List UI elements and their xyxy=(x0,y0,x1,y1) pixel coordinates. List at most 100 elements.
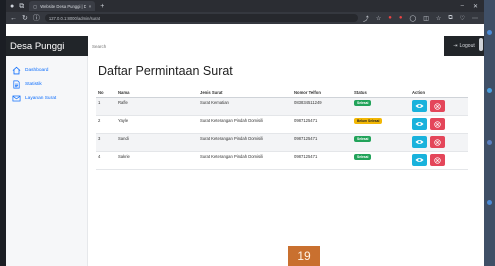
view-button[interactable] xyxy=(412,100,427,112)
status-badge: Belum Selesai xyxy=(354,118,383,124)
eye-icon xyxy=(415,121,424,127)
cancel-icon xyxy=(434,156,441,164)
scrollbar[interactable] xyxy=(479,38,483,51)
monitor-edge-right xyxy=(484,0,495,266)
delete-button[interactable] xyxy=(430,154,445,166)
cell-action xyxy=(410,133,468,152)
browser-profile-icon[interactable]: ● xyxy=(10,3,14,10)
extension-icon[interactable]: ● xyxy=(388,15,392,21)
cell-no: 4 xyxy=(96,151,116,170)
star-icon[interactable]: ☆ xyxy=(376,15,381,22)
cell-status: Selesai xyxy=(352,133,410,152)
heart-icon[interactable]: ♡ xyxy=(460,15,465,22)
close-window-icon[interactable]: ✕ xyxy=(473,3,478,10)
cell-no: 3 xyxy=(96,133,116,152)
cell-jenis-surat: Surat Keterangan Pindah Domisili xyxy=(198,133,292,152)
table-row: 2 Yayle Surat Keterangan Pindah Domisili… xyxy=(96,115,468,134)
logout-label: Logout xyxy=(459,43,475,49)
cell-telfon: 0987125471 xyxy=(292,151,352,170)
cell-jenis-surat: Surat Keterangan Pindah Domisili xyxy=(198,151,292,170)
cell-action xyxy=(410,151,468,170)
sidebar-item-layanan-surat[interactable]: Layanan Surat xyxy=(6,91,87,105)
page-icon: ▢ xyxy=(33,3,38,9)
document-icon xyxy=(13,80,20,88)
back-icon[interactable]: ← xyxy=(10,15,17,22)
url-field[interactable]: 127.0.0.1:8000/admin/surat xyxy=(44,14,358,22)
view-button[interactable] xyxy=(412,118,427,130)
sidebar-item-statistik[interactable]: Statistik xyxy=(6,77,87,91)
cell-nama: Sakrie xyxy=(116,151,198,170)
cancel-icon xyxy=(434,138,441,146)
table-row: 3 Sandi Surat Keterangan Pindah Domisili… xyxy=(96,133,468,152)
new-tab-icon[interactable]: + xyxy=(100,3,104,10)
delete-button[interactable] xyxy=(430,100,445,112)
site-info-icon[interactable]: ⓘ xyxy=(33,15,40,22)
close-tab-icon[interactable]: × xyxy=(89,4,91,9)
cell-status: Selesai xyxy=(352,97,410,116)
cell-no: 1 xyxy=(96,97,116,116)
tab-actions-icon[interactable]: ⧉ xyxy=(19,3,24,10)
cell-status: Belum Selesai xyxy=(352,115,410,134)
cell-nama: Yayle xyxy=(116,115,198,134)
status-badge: Selesai xyxy=(354,154,372,160)
eye-icon xyxy=(415,139,424,145)
table-row: 1 Rafle Surat Kematian 083834511249 Sele… xyxy=(96,97,468,116)
browser-tab-bar: ● ⧉ ▢ Website Desa Punggi | Dashb × + – … xyxy=(6,0,484,12)
view-button[interactable] xyxy=(412,136,427,148)
sidebar-icon[interactable]: ◫ xyxy=(423,15,429,22)
cell-action xyxy=(410,97,468,116)
refresh-icon[interactable]: ↻ xyxy=(22,15,28,22)
share-icon[interactable]: ⤴ xyxy=(363,14,369,23)
status-badge: Selesai xyxy=(354,136,372,142)
main-content: Daftar Permintaan Surat No Nama Jenis Su… xyxy=(88,56,479,266)
cell-status: Selesai xyxy=(352,151,410,170)
minimize-icon[interactable]: – xyxy=(461,3,464,10)
extension-icon[interactable]: ● xyxy=(399,15,403,21)
status-badge: Selesai xyxy=(354,100,372,106)
delete-button[interactable] xyxy=(430,118,445,130)
column-header: Jenis Surat xyxy=(198,88,292,98)
cell-jenis-surat: Surat Kematian xyxy=(198,97,292,116)
table-row: 4 Sakrie Surat Keterangan Pindah Domisil… xyxy=(96,151,468,170)
column-header: Status xyxy=(352,88,410,98)
cancel-icon xyxy=(434,120,441,128)
browser-address-bar: ← ↻ ⓘ 127.0.0.1:8000/admin/surat ⤴ ☆ ● ●… xyxy=(6,12,484,24)
collections-icon[interactable]: ⧉ xyxy=(448,15,452,22)
column-header: Nama xyxy=(116,88,198,98)
sidebar-item-dashboard[interactable]: Dashboard xyxy=(6,63,87,77)
cell-action xyxy=(410,115,468,134)
eye-icon xyxy=(415,157,424,163)
favorites-icon[interactable]: ☆ xyxy=(436,15,441,22)
browser-tab[interactable]: ▢ Website Desa Punggi | Dashb × xyxy=(29,1,96,11)
page-number-badge: 19 xyxy=(288,246,320,266)
cell-nama: Rafle xyxy=(116,97,198,116)
cell-no: 2 xyxy=(96,115,116,134)
sidebar-item-label: Dashboard xyxy=(25,67,49,73)
mail-icon xyxy=(12,95,21,101)
table-header-row: No Nama Jenis Surat Nomor Telfon Status … xyxy=(96,88,468,98)
sidebar-item-label: Layanan Surat xyxy=(25,95,57,101)
extension-icon[interactable]: ◯ xyxy=(410,15,417,22)
surat-table: No Nama Jenis Surat Nomor Telfon Status … xyxy=(96,88,468,170)
column-header: Action xyxy=(410,88,468,98)
home-icon xyxy=(12,66,21,74)
brand-title[interactable]: Desa Punggi xyxy=(6,41,88,52)
tab-title: Website Desa Punggi | Dashb xyxy=(40,3,86,9)
logout-icon: ⇥ xyxy=(453,43,458,49)
eye-icon xyxy=(415,103,424,109)
sidebar-item-label: Statistik xyxy=(25,81,42,87)
more-icon[interactable]: ⋯ xyxy=(472,15,478,22)
delete-button[interactable] xyxy=(430,136,445,148)
cell-nama: Sandi xyxy=(116,133,198,152)
cell-telfon: 0987125471 xyxy=(292,133,352,152)
cancel-icon xyxy=(434,102,441,110)
column-header: No xyxy=(96,88,116,98)
page-title: Daftar Permintaan Surat xyxy=(98,64,233,78)
view-button[interactable] xyxy=(412,154,427,166)
sidebar: Dashboard Statistik Layanan Surat xyxy=(6,56,88,266)
cell-telfon: 0987125471 xyxy=(292,115,352,134)
logout-button[interactable]: ⇥ Logout xyxy=(444,43,484,49)
app-navbar: Desa Punggi ⇥ Logout xyxy=(6,36,484,56)
cell-jenis-surat: Surat Keterangan Pindah Domisili xyxy=(198,115,292,134)
search-input[interactable] xyxy=(88,36,444,56)
